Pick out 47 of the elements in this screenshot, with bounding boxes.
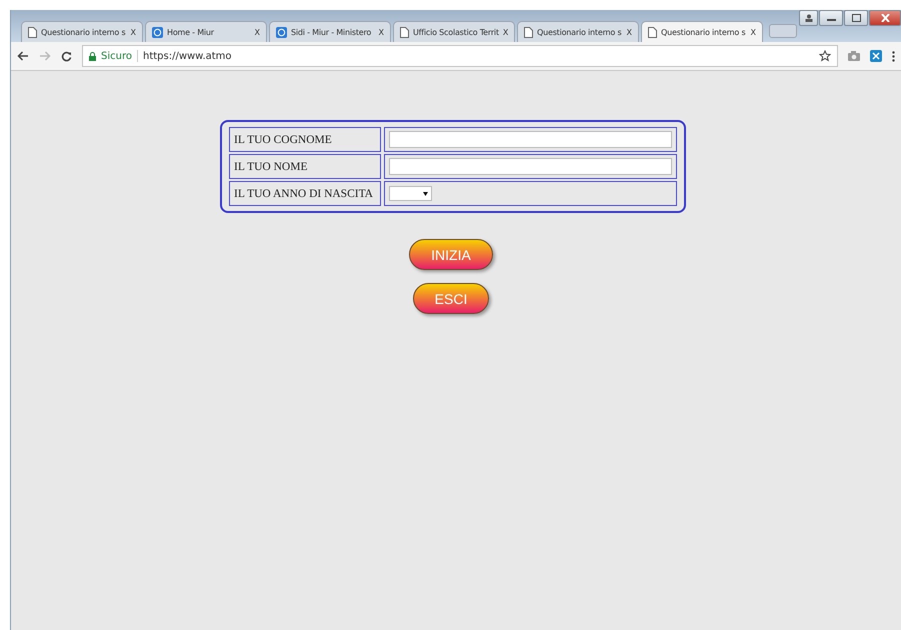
back-icon[interactable] (17, 51, 29, 61)
browser-tab[interactable]: Questionario interno s X (641, 21, 763, 42)
lock-icon (89, 52, 96, 60)
browser-tab[interactable]: Sidi - Miur - Ministero X (269, 21, 391, 42)
tab-title: Questionario interno s (41, 28, 126, 36)
reload-icon[interactable] (61, 50, 72, 62)
field-label: IL TUO NOME (229, 154, 381, 179)
tab-title: Questionario interno s (537, 28, 622, 36)
browser-tab[interactable]: Ufficio Scolastico Territ X (393, 21, 515, 42)
globe-icon (276, 26, 287, 38)
url-text: https://www.atmo (142, 50, 232, 62)
input-field[interactable] (389, 158, 672, 175)
close-icon[interactable]: X (130, 28, 136, 36)
security-label: Sicuro (101, 50, 132, 62)
page-icon (524, 26, 533, 38)
browser-tab[interactable]: Questionario interno s X (21, 21, 143, 42)
field-label: IL TUO ANNO DI NASCITA (229, 181, 381, 206)
tab-title: Home - Miur (167, 28, 215, 36)
close-icon[interactable]: X (254, 28, 260, 36)
field-label: IL TUO COGNOME (229, 127, 381, 152)
camera-icon[interactable] (848, 51, 860, 61)
close-icon (880, 14, 890, 22)
tab-title: Questionario interno s (661, 28, 746, 36)
page-icon (648, 26, 657, 38)
address-bar[interactable]: Sicuro https://www.atmo (82, 45, 838, 67)
page-icon (28, 26, 37, 38)
maximize-button[interactable] (844, 10, 868, 26)
person-icon (804, 14, 812, 22)
close-icon[interactable]: X (502, 28, 508, 36)
star-icon[interactable] (819, 50, 831, 62)
minimize-button[interactable] (819, 10, 843, 26)
tab-title: Ufficio Scolastico Territ (413, 28, 499, 36)
extension-icon[interactable] (870, 50, 882, 62)
browser-tab[interactable]: Questionario interno s X (517, 21, 639, 42)
close-icon[interactable]: X (750, 28, 756, 36)
globe-icon (152, 26, 163, 38)
close-icon[interactable]: X (378, 28, 384, 36)
tab-title: Sidi - Miur - Ministero (291, 28, 372, 36)
page-icon (400, 26, 409, 38)
menu-icon[interactable] (892, 50, 895, 62)
browser-tab[interactable]: Home - Miur X (145, 21, 267, 42)
maximize-icon (852, 14, 860, 22)
dropdown-arrow-icon (423, 192, 428, 196)
close-icon[interactable]: X (626, 28, 632, 36)
user-button[interactable] (799, 10, 818, 26)
input-field[interactable] (389, 131, 672, 148)
close-button[interactable] (869, 10, 901, 26)
